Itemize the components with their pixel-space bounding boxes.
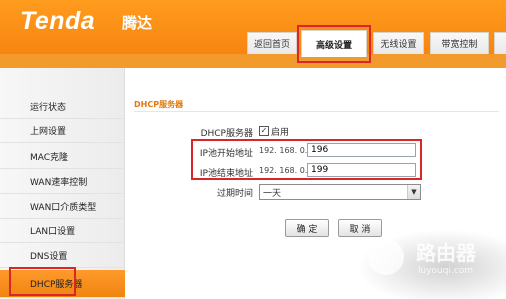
tab-strip xyxy=(0,54,506,68)
check-icon: ✓ xyxy=(260,126,268,135)
watermark-cn: 路由器 xyxy=(416,241,476,265)
tab-wireless-settings[interactable]: 无线设置 xyxy=(373,32,424,54)
watermark: 路由器 luyouqi.com xyxy=(356,229,506,299)
sidebar-item-dns[interactable]: DNS设置 xyxy=(0,244,125,268)
ip-end-prefix: 192. 168. 0. xyxy=(259,166,308,175)
dhcp-enable-checkbox[interactable]: ✓ xyxy=(259,126,269,136)
sidebar-item-internet[interactable]: 上网设置 xyxy=(0,119,125,143)
lease-time-label: 过期时间 xyxy=(216,189,253,199)
sidebar-item-lan[interactable]: LAN口设置 xyxy=(0,219,125,243)
tab-home[interactable]: 返回首页 xyxy=(247,32,297,54)
sidebar-item-wan-speed[interactable]: WAN速率控制 xyxy=(0,170,125,194)
ip-pool-start-input[interactable]: 196 xyxy=(307,143,416,157)
sidebar-item-wan-media[interactable]: WAN口介质类型 xyxy=(0,195,125,219)
ok-button[interactable]: 确 定 xyxy=(285,219,329,237)
enable-label: 启用 xyxy=(271,128,290,138)
ip-pool-start-label: IP池开始地址 xyxy=(199,149,253,159)
ip-pool-end-label: IP池结束地址 xyxy=(199,169,253,179)
tenda-logo-cn: 腾达 xyxy=(122,14,153,32)
lease-time-select[interactable]: 一天 ▼ xyxy=(259,184,421,200)
section-divider xyxy=(134,111,499,112)
tenda-logo: Tenda xyxy=(20,7,96,35)
section-title: DHCP服务器 xyxy=(134,100,184,109)
tab-more[interactable] xyxy=(494,32,506,54)
lease-time-value: 一天 xyxy=(263,188,282,199)
dhcp-server-label: DHCP服务器 xyxy=(200,129,253,139)
chevron-down-icon[interactable]: ▼ xyxy=(407,185,420,199)
tab-advanced-settings[interactable]: 高级设置 xyxy=(301,30,367,57)
sidebar-item-mac-clone[interactable]: MAC克隆 xyxy=(0,145,125,169)
ip-start-prefix: 192. 168. 0. xyxy=(259,146,308,155)
sidebar-item-status[interactable]: 运行状态 xyxy=(0,95,125,119)
tab-bandwidth-control[interactable]: 带宽控制 xyxy=(430,32,489,54)
router-logo-icon xyxy=(368,239,404,275)
ip-pool-end-input[interactable]: 199 xyxy=(307,163,416,177)
sidebar-item-dhcp[interactable]: DHCP服务器 xyxy=(0,270,125,298)
watermark-en: luyouqi.com xyxy=(418,266,474,276)
